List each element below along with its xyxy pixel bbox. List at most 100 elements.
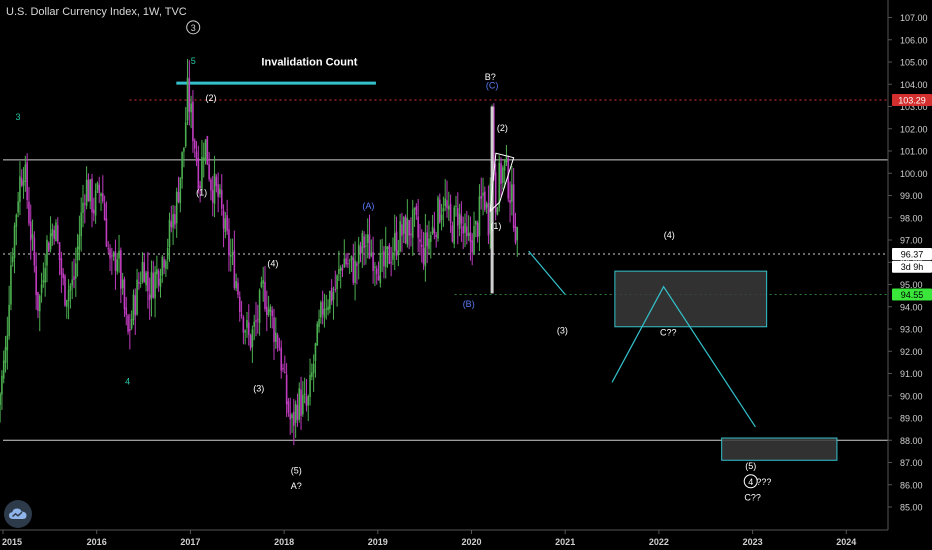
- y-tick-label: 90.00: [900, 391, 923, 401]
- candle: [11, 247, 14, 267]
- candle: [426, 225, 428, 263]
- candle: [231, 238, 234, 266]
- candle: [8, 285, 10, 340]
- candle: [475, 220, 477, 238]
- candle-body: [47, 242, 50, 252]
- candle-body: [217, 184, 219, 197]
- candle-body: [451, 225, 454, 242]
- candle: [210, 177, 212, 201]
- candle-body: [336, 275, 338, 289]
- candle: [341, 264, 344, 277]
- candle-body: [213, 173, 216, 204]
- candle: [424, 213, 427, 282]
- candle: [132, 289, 135, 326]
- candle-body: [114, 251, 117, 271]
- candle-body: [302, 394, 304, 415]
- dxy-weekly-chart[interactable]: 3534(2)(1)(4)(3)(5)A?(A)(B)B?(C)(2)(1)(4…: [0, 0, 932, 550]
- candle-body: [197, 158, 200, 189]
- candle-body: [58, 242, 61, 261]
- candle: [138, 272, 140, 290]
- candle: [350, 255, 353, 273]
- candle-body: [157, 270, 160, 286]
- candle-body: [475, 221, 477, 225]
- candle: [375, 265, 378, 285]
- candle-body: [361, 233, 364, 253]
- candle: [4, 335, 7, 373]
- candle: [438, 193, 441, 224]
- candle: [183, 147, 185, 168]
- candle-body: [273, 317, 275, 342]
- candle-body: [127, 315, 129, 332]
- candle-body: [71, 279, 73, 286]
- candle: [161, 255, 164, 283]
- candle: [109, 244, 111, 272]
- candle-body: [368, 234, 371, 259]
- wave-label: (3): [253, 383, 264, 393]
- candle-body: [325, 308, 328, 310]
- candle: [276, 332, 279, 352]
- candle-body: [321, 301, 324, 315]
- candle-body: [509, 199, 511, 204]
- candle: [174, 205, 176, 230]
- candle-body: [359, 246, 362, 254]
- wave-label: (B): [463, 299, 475, 309]
- candle: [467, 215, 470, 241]
- candle-body: [507, 158, 510, 199]
- candle: [402, 215, 405, 244]
- candle-body: [266, 306, 268, 316]
- candle-body: [118, 250, 120, 259]
- candle: [401, 212, 403, 253]
- candle-body: [22, 180, 25, 186]
- candle: [29, 204, 32, 260]
- y-tick-label: 95.00: [900, 280, 923, 290]
- candle: [24, 155, 27, 192]
- wave-label: (5): [745, 461, 756, 471]
- candle: [120, 247, 122, 304]
- tradingview-logo[interactable]: [4, 500, 32, 528]
- candle-body: [264, 282, 266, 310]
- candle: [444, 179, 446, 212]
- candle: [462, 216, 465, 250]
- candle-body: [40, 284, 43, 294]
- candle-body: [222, 210, 225, 229]
- candle: [377, 261, 380, 281]
- candle-body: [85, 179, 88, 206]
- candle: [74, 247, 77, 297]
- candle-body: [514, 226, 517, 243]
- wave-label: (4): [664, 230, 675, 240]
- candle: [44, 253, 46, 297]
- candle: [429, 231, 432, 259]
- candle-body: [455, 205, 457, 207]
- candle-body: [206, 136, 209, 165]
- candle-body: [426, 232, 428, 247]
- candle-body: [26, 162, 28, 201]
- candle-body: [19, 176, 21, 203]
- candle-body: [129, 328, 131, 331]
- candle: [393, 214, 396, 271]
- candle: [332, 286, 335, 320]
- candle: [496, 206, 499, 216]
- candle: [139, 271, 142, 288]
- candle: [33, 231, 36, 273]
- candle-body: [31, 234, 34, 238]
- candle-body: [381, 253, 383, 255]
- chart-stage[interactable]: 3 5 3 4 (2) (1) (4) (3) (5) A? (A) (B) B? (C) (2) (1) (4…: [0, 0, 932, 550]
- candle: [31, 219, 34, 251]
- x-tick-label: 2024: [836, 537, 856, 547]
- candle-body: [0, 393, 1, 405]
- candle-body: [287, 401, 290, 414]
- candle-body: [294, 404, 297, 423]
- candle-body: [111, 255, 113, 257]
- candle: [302, 381, 304, 417]
- candle: [269, 304, 272, 329]
- candle: [58, 242, 61, 276]
- candle: [156, 255, 158, 289]
- candle: [267, 295, 270, 317]
- candle: [204, 139, 207, 165]
- candle: [365, 234, 367, 265]
- drawing-shapes: [489, 152, 838, 461]
- wave-label: 4: [748, 477, 753, 487]
- candle: [80, 197, 83, 252]
- candle-body: [392, 252, 394, 260]
- candle-body: [433, 228, 436, 234]
